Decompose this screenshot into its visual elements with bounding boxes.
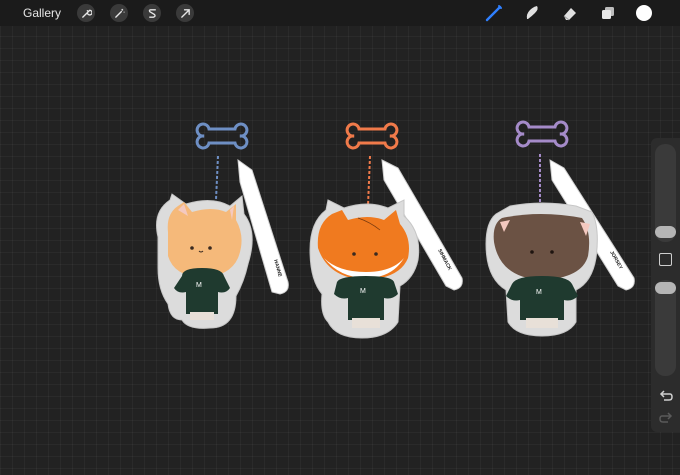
cream-cat-keychain: HANNE M: [156, 122, 289, 329]
eraser-icon[interactable]: [558, 1, 582, 25]
transform-arrow-icon[interactable]: [176, 4, 195, 22]
top-toolbar: Gallery: [0, 0, 680, 26]
side-toolbar: [651, 138, 680, 432]
orange-fox-keychain: SIHMACK M: [309, 122, 463, 339]
brush-size-slider[interactable]: [655, 144, 676, 242]
selection-s-icon[interactable]: [143, 4, 162, 22]
redo-icon[interactable]: [658, 410, 674, 426]
wrench-icon[interactable]: [77, 4, 96, 22]
opacity-thumb[interactable]: [655, 282, 676, 294]
canvas-artwork[interactable]: HANNE M SIHMACK M JORSEY M: [130, 82, 650, 392]
svg-text:M: M: [360, 288, 366, 295]
svg-text:M: M: [196, 282, 202, 289]
svg-text:M: M: [536, 289, 542, 296]
opacity-slider[interactable]: [655, 280, 676, 376]
gallery-button[interactable]: Gallery: [23, 6, 61, 20]
brown-cat-keychain: JORSEY M: [485, 120, 635, 337]
smudge-icon[interactable]: [520, 1, 544, 25]
brush-icon[interactable]: [482, 1, 506, 25]
right-toolset: [468, 0, 680, 26]
brush-size-thumb[interactable]: [655, 226, 676, 238]
undo-icon[interactable]: [658, 388, 674, 404]
color-swatch[interactable]: [636, 5, 652, 21]
layers-icon[interactable]: [596, 1, 620, 25]
magic-wand-icon[interactable]: [110, 4, 129, 22]
modify-square-icon[interactable]: [659, 253, 672, 266]
bone-clip-icon: [195, 122, 249, 150]
